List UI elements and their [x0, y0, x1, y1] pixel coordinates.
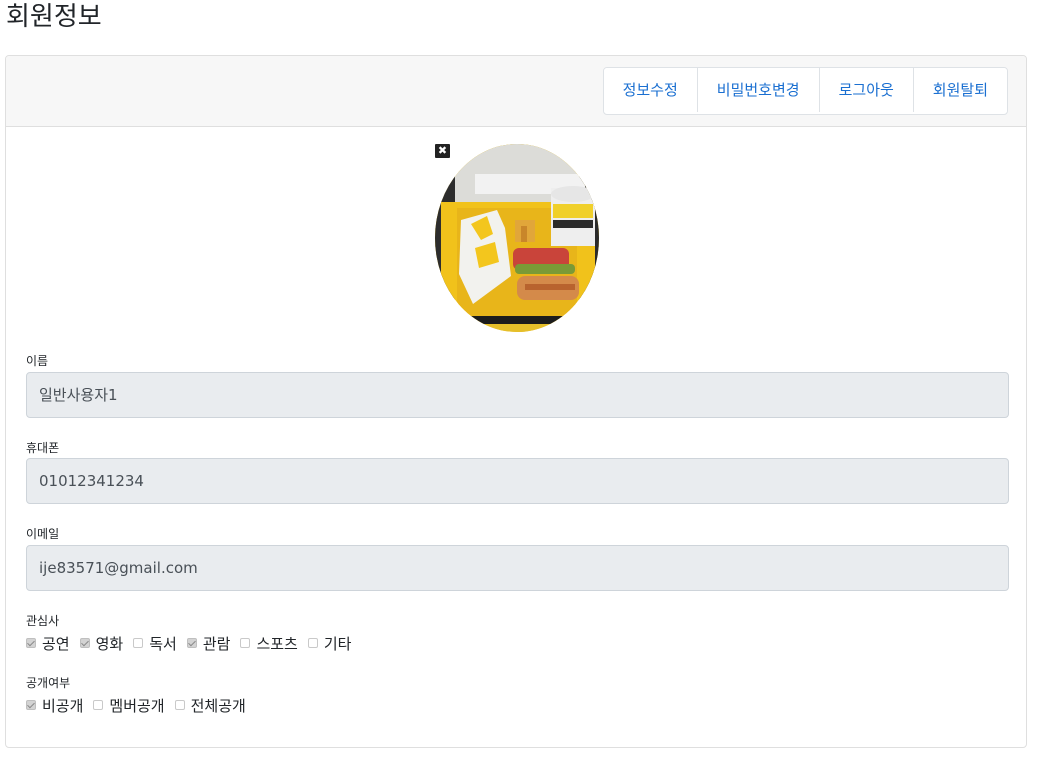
checkbox[interactable] [186, 638, 197, 648]
name-field[interactable]: 일반사용자1 [26, 372, 1009, 418]
checkbox[interactable] [240, 638, 251, 648]
interest-option-viewing[interactable]: 관람 [186, 633, 230, 654]
interests-checkbox-group: 공연 영화 독서 관람 스포츠 기타 [26, 633, 361, 653]
card-header: 정보수정 비밀번호변경 로그아웃 회원탈퇴 [6, 56, 1026, 127]
member-info-card: 정보수정 비밀번호변경 로그아웃 회원탈퇴 ✖ 이름 일반사용자1 휴대폰 01… [5, 55, 1027, 748]
profile-photo [435, 144, 599, 332]
close-icon: ✖ [437, 144, 448, 157]
visibility-option-private[interactable]: 비공개 [26, 695, 83, 716]
page-title: 회원정보 [6, 2, 102, 32]
email-label: 이메일 [26, 527, 60, 541]
interest-option-performance[interactable]: 공연 [26, 633, 70, 654]
interest-option-movie[interactable]: 영화 [79, 633, 123, 654]
interest-option-reading[interactable]: 독서 [133, 633, 177, 654]
remove-photo-button[interactable]: ✖ [435, 144, 450, 158]
change-password-button[interactable]: 비밀번호변경 [696, 68, 819, 112]
action-button-group: 정보수정 비밀번호변경 로그아웃 회원탈퇴 [602, 67, 1008, 115]
name-label: 이름 [26, 354, 49, 368]
checkbox[interactable] [174, 700, 185, 710]
phone-field[interactable]: 01012341234 [26, 458, 1009, 504]
checkbox[interactable] [93, 700, 104, 710]
checkbox[interactable] [133, 638, 144, 648]
interest-option-other[interactable]: 기타 [307, 633, 351, 654]
checkbox[interactable] [26, 638, 36, 648]
interest-option-sports[interactable]: 스포츠 [240, 633, 298, 654]
interests-label: 관심사 [26, 614, 60, 628]
phone-label: 휴대폰 [26, 441, 60, 455]
checkbox[interactable] [79, 638, 90, 648]
withdraw-button[interactable]: 회원탈퇴 [912, 68, 1007, 112]
visibility-option-public[interactable]: 전체공개 [174, 695, 246, 716]
visibility-label: 공개여부 [26, 676, 71, 690]
checkbox[interactable] [307, 638, 318, 648]
email-field[interactable]: ije83571@gmail.com [26, 545, 1009, 591]
checkbox[interactable] [26, 700, 36, 710]
visibility-checkbox-group: 비공개 멤버공개 전체공개 [26, 695, 256, 715]
edit-info-button[interactable]: 정보수정 [603, 68, 697, 112]
visibility-option-members[interactable]: 멤버공개 [93, 695, 165, 716]
logout-button[interactable]: 로그아웃 [818, 68, 913, 112]
